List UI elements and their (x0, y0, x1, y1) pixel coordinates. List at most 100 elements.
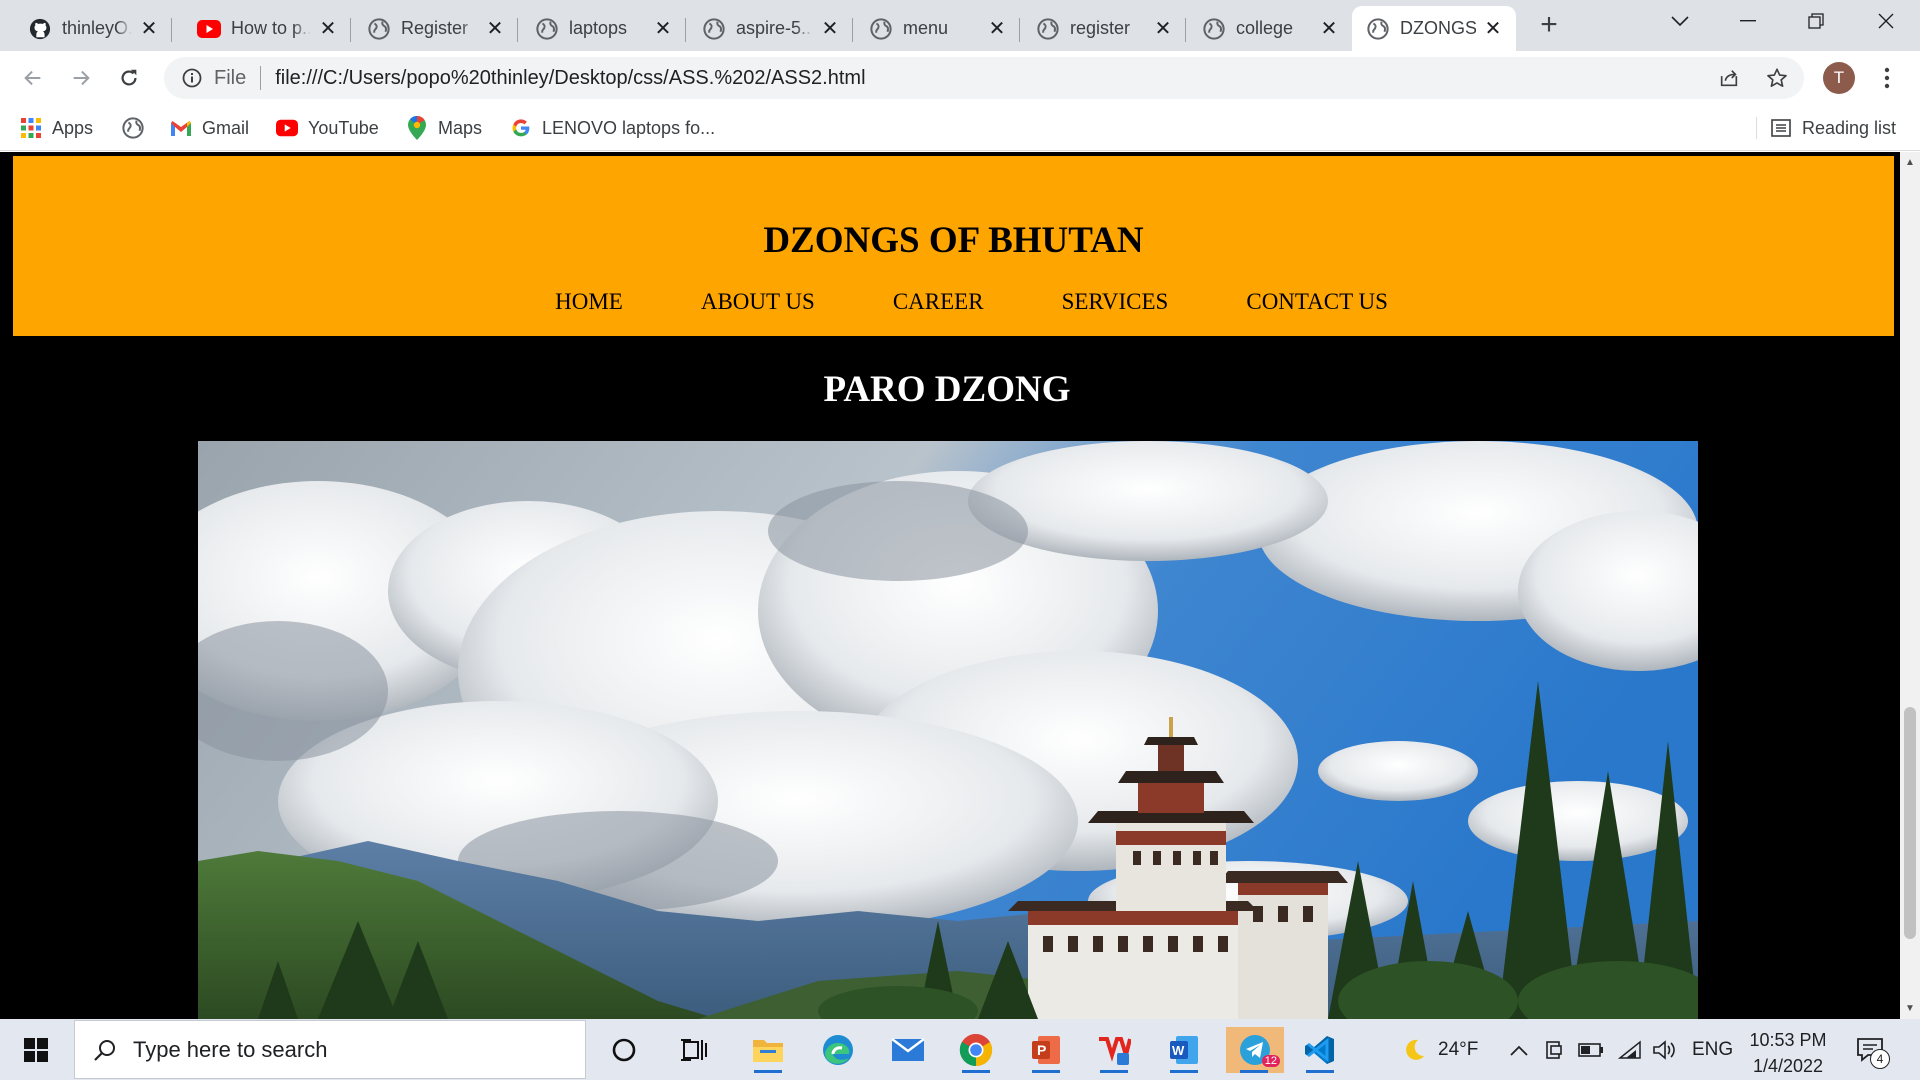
youtube-icon (276, 117, 298, 139)
telegram-icon[interactable]: 12 (1226, 1027, 1284, 1073)
tab-search-icon[interactable] (1646, 0, 1714, 42)
tab-title: How to p.. (231, 18, 311, 38)
language-indicator[interactable]: ENG (1692, 1019, 1733, 1080)
forward-button[interactable] (64, 61, 98, 95)
running-indicator (1170, 1070, 1198, 1073)
show-hidden-icons-button[interactable] (1510, 1019, 1528, 1080)
bookmark-maps[interactable]: Maps (406, 115, 482, 141)
tab-5[interactable]: menu ✕ (855, 6, 1020, 51)
mail-icon[interactable] (884, 1027, 932, 1073)
running-indicator (754, 1070, 782, 1073)
share-icon[interactable] (1712, 61, 1746, 95)
bookmark-label: Maps (438, 117, 483, 138)
tab-title: DZONGS (1400, 18, 1476, 38)
page-scrollbar[interactable]: ▲ ▼ (1900, 152, 1920, 1019)
tab-3[interactable]: laptops ✕ (521, 6, 686, 51)
bookmark-lenovo[interactable]: LENOVO laptops fo... (510, 115, 715, 141)
bookmark-apps[interactable]: Apps (20, 115, 93, 141)
battery-icon[interactable] (1578, 1019, 1604, 1080)
word-icon[interactable]: W (1160, 1027, 1208, 1073)
tab-2[interactable]: Register ✕ (353, 6, 518, 51)
globe-icon (535, 17, 559, 41)
nav-about-us[interactable]: ABOUT US (701, 289, 815, 315)
vscode-icon[interactable] (1296, 1027, 1344, 1073)
site-nav: HOME ABOUT US CAREER SERVICES CONTACT US (13, 289, 1894, 315)
tab-title: thinleyO.. (62, 18, 132, 38)
scroll-up-arrow-icon[interactable]: ▲ (1904, 156, 1916, 168)
close-tab-icon[interactable]: ✕ (1152, 18, 1174, 40)
close-tab-icon[interactable]: ✕ (138, 18, 160, 40)
bookmark-label: YouTube (308, 117, 379, 138)
scroll-down-arrow-icon[interactable]: ▼ (1904, 1002, 1916, 1014)
back-button[interactable] (16, 61, 50, 95)
site-info-icon[interactable] (180, 66, 204, 90)
tab-7[interactable]: college ✕ (1188, 6, 1352, 51)
new-tab-button[interactable]: + (1534, 8, 1564, 41)
clock-time: 10:53 PM (1749, 1030, 1827, 1050)
weather-temp: 24°F (1438, 1038, 1479, 1060)
bookmark-youtube[interactable]: YouTube (276, 115, 379, 141)
nav-contact-us[interactable]: CONTACT US (1246, 289, 1388, 315)
tab-0[interactable]: thinleyO.. ✕ (14, 6, 172, 51)
windows-start-icon[interactable] (12, 1027, 60, 1073)
avatar: T (1823, 62, 1855, 94)
close-tab-icon[interactable]: ✕ (1318, 18, 1340, 40)
close-tab-icon[interactable]: ✕ (652, 18, 674, 40)
tab-4[interactable]: aspire-5.. ✕ (688, 6, 853, 51)
restore-button[interactable] (1782, 0, 1850, 42)
close-tab-icon[interactable]: ✕ (317, 18, 339, 40)
bookmark-globe[interactable] (122, 115, 154, 141)
tab-1[interactable]: How to p.. ✕ (183, 6, 351, 51)
weather-widget[interactable]: 24°F (1400, 1019, 1478, 1080)
device-icon[interactable] (1544, 1019, 1564, 1080)
globe-icon (122, 117, 144, 139)
clock-date: 1/4/2022 (1752, 1056, 1824, 1076)
bookmark-gmail[interactable]: Gmail (170, 115, 249, 141)
profile-avatar[interactable]: T (1822, 61, 1856, 95)
tab-separator (1185, 18, 1186, 42)
nav-services[interactable]: SERVICES (1062, 289, 1169, 315)
powerpoint-icon[interactable]: P (1022, 1027, 1070, 1073)
reload-button[interactable] (112, 61, 146, 95)
taskbar-clock[interactable]: 10:53 PM 1/4/2022 (1738, 1027, 1838, 1079)
language-label: ENG (1692, 1038, 1734, 1060)
search-icon (91, 1036, 119, 1064)
wps-icon[interactable] (1090, 1027, 1138, 1073)
running-indicator (962, 1070, 990, 1073)
close-tab-icon[interactable]: ✕ (819, 18, 841, 40)
tab-separator (852, 18, 853, 42)
wifi-icon[interactable] (1618, 1019, 1642, 1080)
tab-6[interactable]: register ✕ (1022, 6, 1186, 51)
close-tab-icon[interactable]: ✕ (1482, 18, 1504, 40)
minimize-button[interactable] (1714, 0, 1782, 42)
reading-list-label: Reading list (1802, 117, 1897, 138)
omnibox-divider (260, 66, 262, 90)
chrome-icon[interactable] (952, 1027, 1000, 1073)
nav-home[interactable]: HOME (555, 289, 623, 315)
bookmark-star-icon[interactable] (1760, 61, 1794, 95)
file-explorer-icon[interactable] (744, 1027, 792, 1073)
nav-career[interactable]: CAREER (893, 289, 984, 315)
task-view-icon[interactable] (670, 1027, 718, 1073)
tab-8-active[interactable]: DZONGS ✕ (1352, 6, 1516, 51)
reading-list-button[interactable]: Reading list (1770, 115, 1896, 141)
close-tab-icon[interactable]: ✕ (484, 18, 506, 40)
scrollbar-thumb[interactable] (1904, 707, 1916, 939)
kebab-menu-icon[interactable] (1870, 61, 1904, 95)
close-window-button[interactable] (1852, 0, 1920, 42)
action-center-button[interactable]: 4 (1856, 1019, 1890, 1080)
tab-title: aspire-5.. (736, 18, 812, 38)
address-bar[interactable]: File file:///C:/Users/popo%20thinley/Des… (164, 57, 1804, 99)
close-tab-icon[interactable]: ✕ (986, 18, 1008, 40)
cortana-circle-icon[interactable] (600, 1027, 648, 1073)
volume-icon[interactable] (1652, 1019, 1678, 1080)
section-heading: PARO DZONG (823, 369, 1071, 410)
svg-text:P: P (1037, 1042, 1046, 1058)
bookmark-label: Gmail (202, 117, 250, 138)
url-text[interactable]: file:///C:/Users/popo%20thinley/Desktop/… (275, 67, 865, 90)
globe-icon (869, 17, 893, 41)
globe-icon (367, 17, 391, 41)
taskbar-search-input[interactable]: Type here to search (74, 1020, 586, 1079)
google-icon (510, 117, 532, 139)
edge-icon[interactable] (814, 1027, 862, 1073)
